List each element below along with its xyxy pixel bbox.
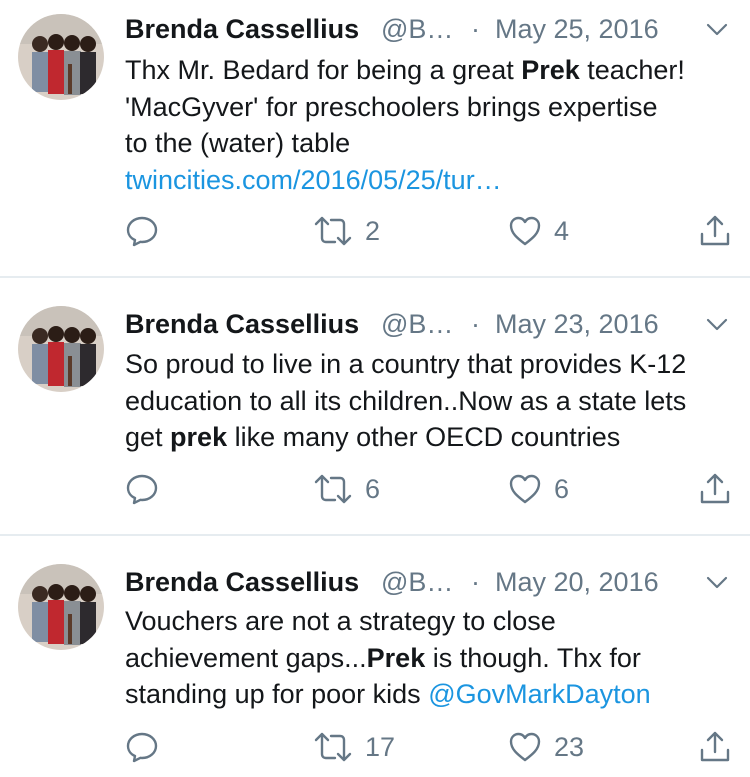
action-bar: 17 23 — [125, 729, 735, 765]
tweet-text: Vouchers are not a strategy to close ach… — [125, 606, 651, 709]
tweet-header: Brenda Cassellius @B… · May 23, 2016 — [125, 306, 735, 342]
retweet-button[interactable]: 6 — [313, 471, 380, 507]
reply-button[interactable] — [125, 471, 159, 507]
share-icon — [700, 731, 730, 762]
like-count: 6 — [554, 474, 570, 504]
tweet-text: Thx Mr. Bedard for being a great Prek te… — [125, 55, 685, 195]
tweet[interactable]: Brenda Cassellius @B… · May 23, 2016 So … — [0, 278, 750, 534]
author-name[interactable]: Brenda Cassellius — [125, 564, 359, 600]
separator-dot: · — [471, 567, 480, 597]
author-handle[interactable]: @B… — [381, 11, 453, 47]
share-button[interactable] — [698, 471, 732, 507]
separator-dot: · — [471, 309, 480, 339]
chevron-down-icon[interactable] — [705, 17, 729, 41]
reply-icon — [126, 474, 158, 505]
tweet-header: Brenda Cassellius @B… · May 25, 2016 — [125, 11, 735, 47]
tweet[interactable]: Brenda Cassellius @B… · May 25, 2016 Thx… — [0, 0, 750, 276]
retweet-button[interactable]: 17 — [313, 729, 395, 765]
share-icon — [700, 215, 730, 246]
share-button[interactable] — [698, 213, 732, 249]
reply-button[interactable] — [125, 729, 159, 765]
action-bar: 6 6 — [125, 471, 735, 507]
retweet-count: 6 — [365, 474, 381, 504]
highlight: prek — [170, 422, 228, 452]
like-button[interactable]: 6 — [508, 471, 569, 507]
highlight: Prek — [366, 642, 426, 673]
tweet[interactable]: Brenda Cassellius @B… · May 20, 2016 Vou… — [0, 536, 750, 777]
share-button[interactable] — [698, 729, 732, 765]
author-handle[interactable]: @B… — [381, 564, 453, 600]
reply-icon — [126, 216, 158, 247]
separator-dot: · — [471, 14, 480, 44]
heart-icon — [509, 216, 541, 246]
reply-icon — [126, 732, 158, 763]
tweet-date[interactable]: May 25, 2016 — [495, 11, 659, 47]
chevron-down-icon[interactable] — [705, 570, 729, 594]
share-icon — [700, 473, 730, 504]
reply-button[interactable] — [125, 213, 159, 249]
tweet-date[interactable]: May 20, 2016 — [495, 564, 659, 600]
chevron-down-icon[interactable] — [705, 312, 729, 336]
highlight: Prek — [521, 55, 580, 85]
retweet-icon — [314, 216, 352, 246]
retweet-button[interactable]: 2 — [313, 213, 380, 249]
tweet-date[interactable]: May 23, 2016 — [495, 306, 659, 342]
retweet-icon — [314, 732, 352, 762]
retweet-count: 2 — [365, 216, 381, 246]
retweet-count: 17 — [365, 732, 396, 762]
avatar[interactable] — [18, 306, 104, 392]
action-bar: 2 4 — [125, 213, 735, 249]
tweet-header: Brenda Cassellius @B… · May 20, 2016 — [125, 564, 735, 600]
author-name[interactable]: Brenda Cassellius — [125, 11, 359, 47]
like-button[interactable]: 4 — [508, 213, 569, 249]
like-count: 4 — [554, 216, 570, 246]
heart-icon — [509, 732, 541, 762]
retweet-icon — [314, 474, 352, 504]
avatar[interactable] — [18, 14, 104, 100]
avatar[interactable] — [18, 564, 104, 650]
mention-link[interactable]: @GovMarkDayton — [428, 679, 650, 709]
like-button[interactable]: 23 — [508, 729, 584, 765]
heart-icon — [509, 474, 541, 504]
author-name[interactable]: Brenda Cassellius — [125, 306, 359, 342]
tweet-text: So proud to live in a country that provi… — [125, 349, 687, 452]
author-handle[interactable]: @B… — [381, 306, 453, 342]
tweet-link[interactable]: twincities.com/2016/05/25/tur… — [125, 165, 502, 195]
like-count: 23 — [554, 732, 585, 762]
